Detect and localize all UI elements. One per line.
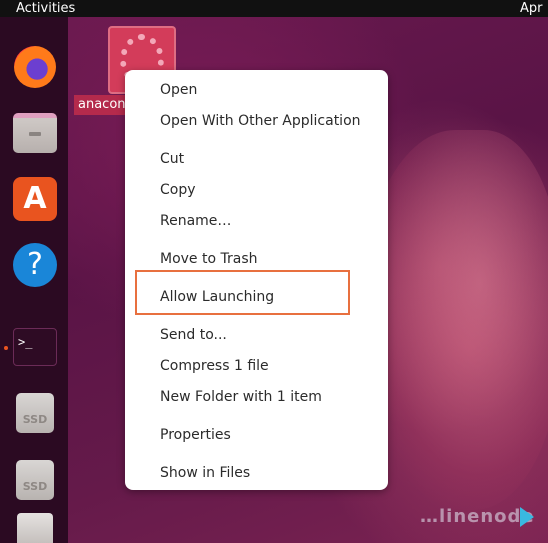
top-bar: Activities Apr [0,0,548,17]
menu-item-show-in-files[interactable]: Show in Files [125,459,388,487]
help-icon: ? [13,243,57,287]
dock-item-document[interactable] [12,513,58,543]
drive-icon: SSD [16,460,54,500]
firefox-icon [14,46,56,88]
menu-item-send-to[interactable]: Send to... [125,321,388,349]
dock-item-ssd-1[interactable]: SSD [12,390,58,436]
files-icon [13,113,57,153]
menu-item-open-with[interactable]: Open With Other Application [125,107,388,135]
drive-icon: SSD [16,393,54,433]
desktop-file-label[interactable]: anacon [74,95,130,115]
menu-item-rename[interactable]: Rename… [125,207,388,235]
dock-item-software[interactable]: A [12,176,58,222]
menu-item-move-to-trash[interactable]: Move to Trash [125,245,388,273]
menu-item-copy[interactable]: Copy [125,176,388,204]
dock-item-ssd-2[interactable]: SSD [12,457,58,503]
highlight-annotation-box [135,270,350,315]
clock[interactable]: Apr [520,0,543,17]
dock-item-files[interactable] [12,110,58,156]
dock-item-help[interactable]: ? [12,242,58,288]
app-store-icon: A [13,177,57,221]
dock-item-terminal[interactable]: >_ [12,324,58,370]
activities-button[interactable]: Activities [16,0,75,17]
dock: A ? >_ SSD SSD [0,17,68,543]
dock-item-firefox[interactable] [12,44,58,90]
menu-item-properties[interactable]: Properties [125,421,388,449]
watermark-text: …linenode [420,506,535,527]
running-indicator [4,346,8,350]
menu-item-open[interactable]: Open [125,76,388,104]
terminal-icon: >_ [13,328,57,366]
menu-item-new-folder[interactable]: New Folder with 1 item [125,383,388,411]
menu-item-compress[interactable]: Compress 1 file [125,352,388,380]
menu-item-cut[interactable]: Cut [125,145,388,173]
document-icon [17,513,53,543]
watermark-play-icon [520,507,534,527]
